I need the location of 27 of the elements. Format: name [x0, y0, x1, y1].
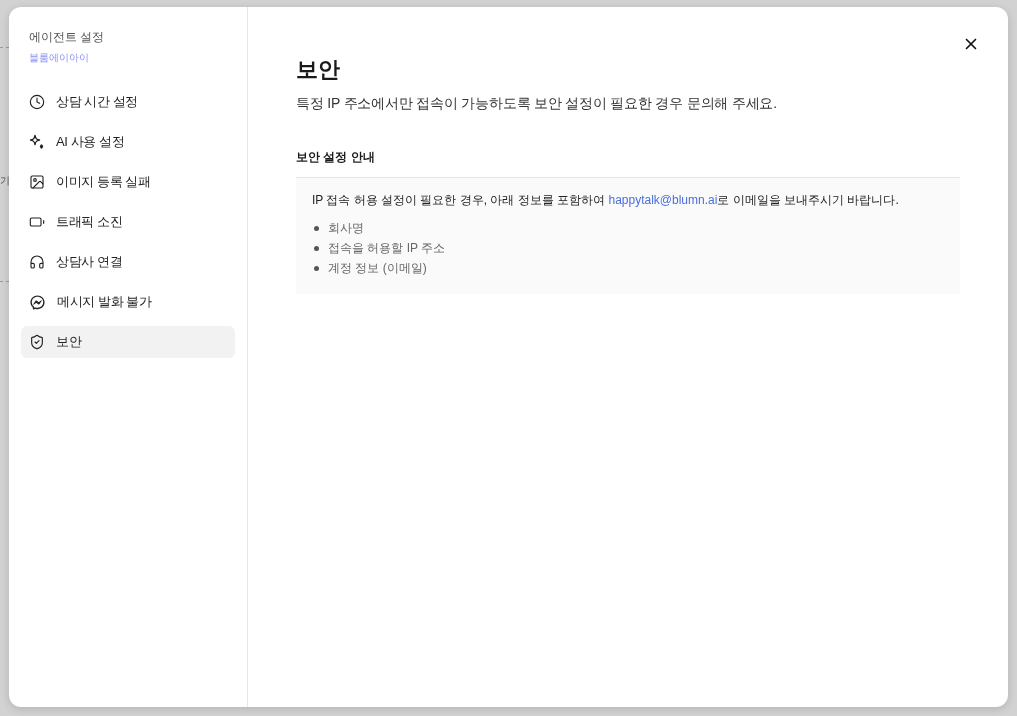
bullet-icon	[314, 245, 319, 251]
image-icon	[29, 174, 45, 190]
sidebar-item[interactable]: AI 사용 설정	[21, 126, 235, 158]
headphones-icon	[29, 254, 45, 270]
sidebar-subtitle: 블룸에이아이	[29, 51, 89, 65]
info-text: IP 접속 허용 설정이 필요한 경우, 아래 정보를 포함하여 happytalk@blumn.ai로 이메일을 보내주시기 바랍니다.	[312, 192, 900, 209]
sparkle-icon	[29, 134, 45, 150]
shield-check-icon	[29, 334, 45, 350]
sidebar-item[interactable]: 보안	[21, 326, 235, 358]
sidebar-item[interactable]: 상담사 연결	[21, 246, 235, 278]
page-description: 특정 IP 주소에서만 접속이 가능하도록 보안 설정이 필요한 경우 문의해 주세요.	[296, 94, 778, 113]
sidebar-item[interactable]: 메시지 발화 불가	[21, 286, 235, 318]
sidebar-item[interactable]: 이미지 등록 실패	[21, 166, 235, 198]
page-title: 보안	[296, 56, 341, 84]
sidebar-item[interactable]: 상담 시간 설정	[21, 86, 235, 118]
list-item: 접속을 허용할 IP 주소	[328, 240, 446, 257]
battery-icon	[29, 214, 45, 230]
list-item: 계정 정보 (이메일)	[328, 260, 427, 277]
chat-bubble-icon	[29, 293, 46, 311]
email-link[interactable]: happytalk@blumn.ai	[608, 193, 718, 207]
background-text: 기	[0, 174, 9, 188]
list-item: 회사명	[328, 220, 364, 237]
bullet-icon	[314, 225, 319, 231]
clock-icon	[29, 94, 45, 110]
bullet-icon	[314, 265, 319, 271]
sidebar-item[interactable]: 트래픽 소진	[21, 206, 235, 238]
sidebar-title: 에이전트 설정	[29, 29, 105, 46]
